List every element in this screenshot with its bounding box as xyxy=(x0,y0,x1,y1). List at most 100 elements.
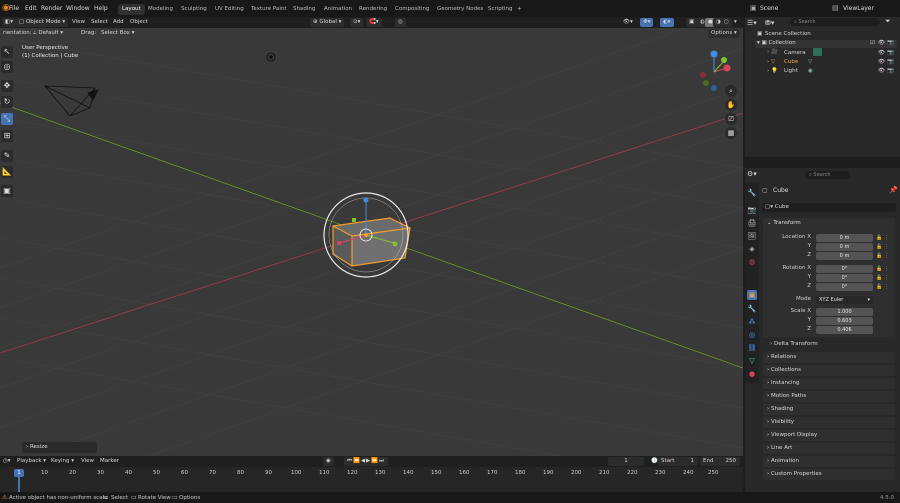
collection-row[interactable]: ▾ ▣ Collection xyxy=(755,40,897,48)
lock-icon[interactable]: 🔓 ⋮ xyxy=(876,265,889,274)
outliner-item-light[interactable]: Light xyxy=(784,68,798,74)
move-tool-icon[interactable]: ✥ xyxy=(1,80,13,92)
scale-z-field[interactable]: 0.406 xyxy=(816,326,873,334)
current-frame-field[interactable]: 1 xyxy=(608,457,644,466)
add-cube-tool-icon[interactable]: ▣ xyxy=(1,185,13,197)
outliner-filter-icon[interactable]: ⏷ xyxy=(885,17,891,26)
xray-icon[interactable]: ▣ xyxy=(686,18,698,27)
menu-file[interactable]: File xyxy=(9,5,19,12)
scene-tab-icon[interactable]: ◈ xyxy=(747,244,757,254)
render-camera-icon[interactable]: 📷 xyxy=(887,68,894,74)
menu-select[interactable]: Select xyxy=(88,18,111,27)
scale-x-field[interactable]: 1.000 xyxy=(816,308,873,316)
tab-geometry-nodes[interactable]: Geometry Nodes xyxy=(433,4,487,15)
record-icon[interactable]: ◉ xyxy=(323,457,334,466)
menu-object[interactable]: Object xyxy=(127,18,151,27)
visibility-icon[interactable]: 👁▾ xyxy=(620,18,636,27)
cursor-tool-icon[interactable]: ◎ xyxy=(1,61,13,73)
panel-motion-paths[interactable]: › Motion Paths xyxy=(763,391,895,402)
playhead[interactable]: 1 xyxy=(14,469,24,477)
pan-hand-icon[interactable]: ✋ xyxy=(725,99,737,111)
menu-timeline-view[interactable]: View xyxy=(78,457,97,466)
outliner-item-camera[interactable]: Camera xyxy=(784,50,806,56)
menu-playback[interactable]: Playback ▾ xyxy=(14,457,49,466)
transform-tool-icon[interactable]: ⊞ xyxy=(1,130,13,142)
playback-controls[interactable]: ⏮⏪◀▶⏩⏭ xyxy=(344,457,389,466)
panel-collections[interactable]: › Collections xyxy=(763,365,895,376)
rotate-tool-icon[interactable]: ↻ xyxy=(1,96,13,108)
rotation-z-field[interactable]: 0° xyxy=(816,283,873,291)
tab-modeling[interactable]: Modeling xyxy=(144,4,177,15)
lock-icon[interactable]: 🔓 ⋮ xyxy=(876,234,889,243)
tab-compositing[interactable]: Compositing xyxy=(391,4,433,15)
scale-y-field[interactable]: 0.603 xyxy=(816,317,873,325)
camera-view-icon[interactable]: ⎚ xyxy=(725,113,737,125)
menu-window[interactable]: Window xyxy=(66,5,90,12)
gizmo-toggle-icon[interactable]: ✥▾ xyxy=(640,18,654,27)
rotation-mode-dropdown[interactable]: XYZ Euler ▾ xyxy=(816,296,873,304)
eye-icon[interactable]: 👁 xyxy=(878,40,885,46)
panel-shading[interactable]: › Shading xyxy=(763,404,895,415)
properties-editor-icon[interactable]: ⚙▾ xyxy=(747,170,757,178)
start-frame-field[interactable]: Start 1 xyxy=(658,457,698,466)
menu-add[interactable]: Add xyxy=(110,18,127,27)
location-x-field[interactable]: 0 m xyxy=(816,234,873,242)
data-tab-icon[interactable]: ▽ xyxy=(747,356,757,366)
panel-viewport-display[interactable]: › Viewport Display xyxy=(763,430,895,441)
select-tool-icon[interactable]: ↖ xyxy=(1,46,13,58)
modifier-tab-icon[interactable]: 🔧 xyxy=(747,304,757,314)
proportional-edit-icon[interactable]: ◎ xyxy=(395,18,406,27)
rotation-y-field[interactable]: 0° xyxy=(816,274,873,282)
particles-tab-icon[interactable]: ⁂ xyxy=(747,317,757,327)
measure-tool-icon[interactable]: 📐 xyxy=(1,166,13,178)
jump-end-icon[interactable]: ⏭ xyxy=(379,458,385,464)
properties-search-input[interactable]: ⌕ Search xyxy=(805,171,850,179)
object-tab-icon[interactable]: ▣ xyxy=(747,290,757,300)
menu-render[interactable]: Render xyxy=(41,5,62,12)
rotation-x-field[interactable]: 0° xyxy=(816,265,873,273)
drag-dropdown[interactable]: Select Box ▾ xyxy=(98,29,137,38)
overlays-icon[interactable]: ◐▾ xyxy=(660,18,674,27)
render-camera-icon[interactable]: 📷 xyxy=(887,59,894,65)
next-keyframe-icon[interactable]: ⏩ xyxy=(371,458,379,464)
eye-icon[interactable]: 👁 xyxy=(878,50,885,56)
timeline-editor-icon[interactable]: ◷▾ xyxy=(0,457,14,466)
tool-tab-icon[interactable]: 🔧 xyxy=(747,188,757,198)
tab-sculpting[interactable]: Sculpting xyxy=(177,4,211,15)
outliner-item-cube[interactable]: Cube xyxy=(784,59,798,65)
menu-help[interactable]: Help xyxy=(94,5,108,12)
render-camera-icon[interactable]: 📷 xyxy=(887,50,894,56)
panel-line-art[interactable]: › Line Art xyxy=(763,443,895,454)
panel-animation[interactable]: › Animation xyxy=(763,456,895,467)
menu-marker[interactable]: Marker xyxy=(97,457,122,466)
delta-transform-subpanel[interactable]: › Delta Transform xyxy=(770,341,818,347)
eye-icon[interactable]: 👁 xyxy=(878,59,885,65)
outliner-editor-icon[interactable]: ☰▾ xyxy=(747,19,757,27)
tab-texture-paint[interactable]: Texture Paint xyxy=(247,4,291,15)
zoom-icon[interactable]: ⌕ xyxy=(725,85,737,97)
scale-tool-icon[interactable]: ⤡ xyxy=(1,113,13,125)
panel-relations[interactable]: › Relations xyxy=(763,352,895,363)
add-workspace-button[interactable]: + xyxy=(513,4,526,15)
snap-icon[interactable]: 🧲▾ xyxy=(366,18,382,27)
scene-collection[interactable]: Scene Collection xyxy=(765,31,811,37)
transform-panel-header[interactable]: ⌄ Transform xyxy=(763,218,895,229)
prev-keyframe-icon[interactable]: ⏪ xyxy=(353,458,361,464)
outliner-search-input[interactable]: ⌕ Search xyxy=(790,18,880,26)
tab-layout[interactable]: Layout xyxy=(118,4,145,15)
scene-selector[interactable]: Scene xyxy=(760,5,778,12)
location-y-field[interactable]: 0 m xyxy=(816,243,873,251)
pivot-icon[interactable]: ⊙▾ xyxy=(350,18,364,27)
constraints-tab-icon[interactable]: ⛓ xyxy=(747,343,757,353)
panel-instancing[interactable]: › Instancing xyxy=(763,378,895,389)
editor-type-icon[interactable]: ◧▾ xyxy=(2,18,16,27)
lock-icon[interactable]: 🔓 ⋮ xyxy=(876,283,889,292)
tab-shading[interactable]: Shading xyxy=(289,4,319,15)
render-camera-icon[interactable]: 📷 xyxy=(887,40,894,46)
eye-icon[interactable]: 👁 xyxy=(878,68,885,74)
viewport-canvas[interactable] xyxy=(0,28,743,456)
annotate-tool-icon[interactable]: ✎ xyxy=(1,150,13,162)
tab-scripting[interactable]: Scripting xyxy=(484,4,516,15)
world-tab-icon[interactable]: ◍ xyxy=(747,257,757,267)
last-operator-panel[interactable]: › Resize xyxy=(22,442,97,453)
